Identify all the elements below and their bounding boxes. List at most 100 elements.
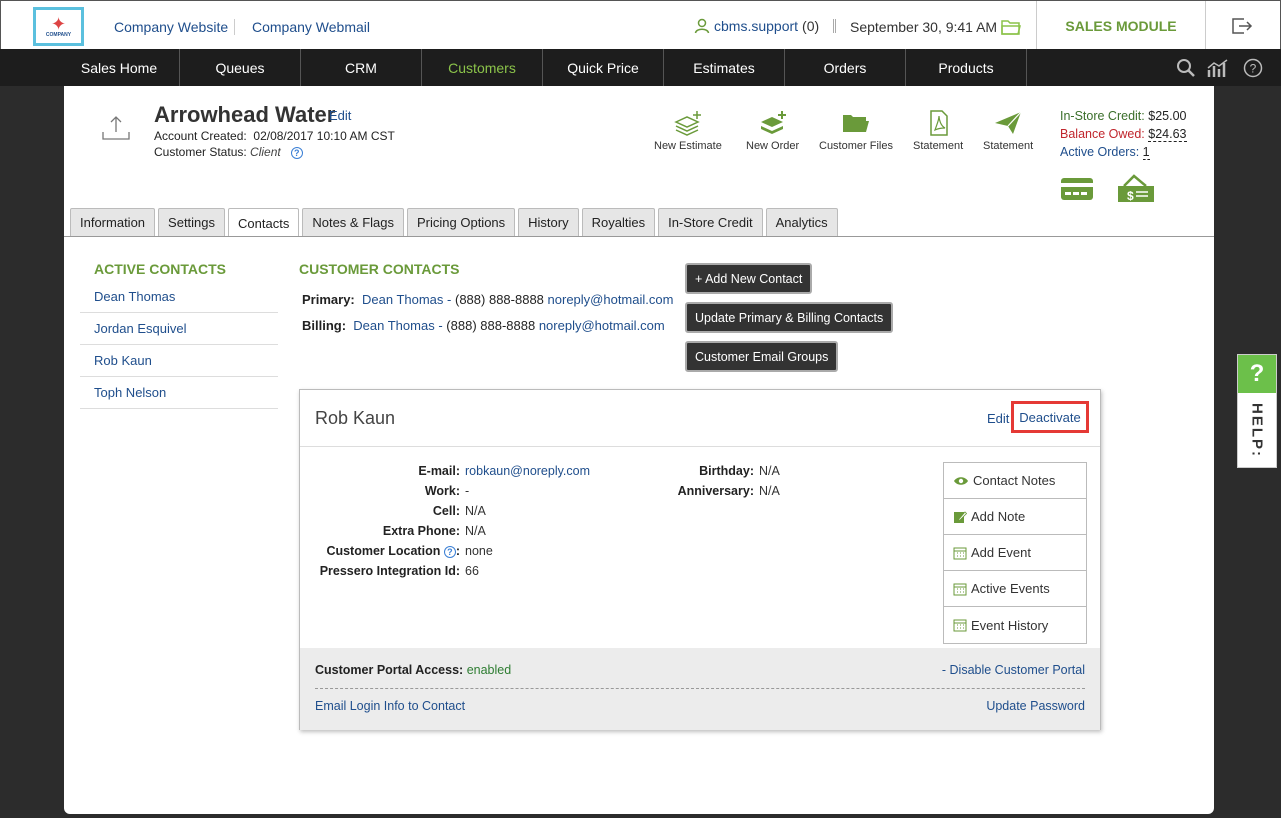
nav-sales-home[interactable]: Sales Home (59, 49, 180, 86)
customer-location-label: Customer Location (326, 544, 441, 558)
tab-divider (64, 236, 1214, 237)
field-value: N/A (759, 484, 780, 498)
balance-owed: Balance Owed: $24.63 (1060, 125, 1187, 143)
balance-owed-value[interactable]: $24.63 (1148, 127, 1187, 142)
menu-label: Event History (971, 617, 1049, 633)
credit-card-icon[interactable] (1060, 176, 1094, 202)
status-value: Client (250, 145, 281, 159)
new-estimate-button[interactable]: New Estimate (654, 110, 722, 152)
nav-crm[interactable]: CRM (301, 49, 422, 86)
edit-contact-link[interactable]: Edit (987, 411, 1009, 426)
upload-icon[interactable] (102, 114, 130, 140)
primary-email-link[interactable]: noreply@hotmail.com (548, 292, 674, 307)
folder-icon[interactable] (1001, 18, 1021, 36)
field-birthday: Birthday: N/A (614, 464, 780, 484)
tab-pricing-options[interactable]: Pricing Options (407, 208, 516, 236)
divider (234, 19, 235, 35)
update-password-link[interactable]: Update Password (986, 699, 1085, 713)
calendar-icon (953, 619, 967, 632)
active-orders-label: Active Orders: (1060, 145, 1140, 159)
menu-label: Contact Notes (973, 473, 1056, 488)
field-label: Extra Phone: (382, 524, 460, 538)
customer-status: Customer Status: Client ? (154, 145, 303, 159)
contact-actions-menu: Contact Notes Add Note Add Event Active … (943, 462, 1087, 644)
disable-customer-portal-link[interactable]: - Disable Customer Portal (942, 663, 1085, 677)
statement-send-label: Statement (983, 140, 1034, 152)
analytics-icon[interactable] (1207, 58, 1229, 78)
active-orders-value[interactable]: 1 (1142, 145, 1150, 160)
deactivate-contact-link[interactable]: Deactivate (1011, 401, 1089, 433)
username: cbms.support (714, 18, 799, 34)
customer-email-groups-button[interactable]: Customer Email Groups (685, 341, 839, 372)
nav-estimates[interactable]: Estimates (664, 49, 785, 86)
divider (300, 446, 1100, 447)
primary-contact-name[interactable]: Dean Thomas (362, 292, 443, 307)
customer-tabs: Information Settings Contacts Notes & Fl… (70, 208, 838, 237)
tab-settings[interactable]: Settings (158, 208, 226, 236)
contact-email-link[interactable]: robkaun@noreply.com (465, 464, 590, 484)
add-note-item[interactable]: Add Note (944, 499, 1086, 535)
company-logo[interactable]: ✦ COMPANY (33, 7, 84, 46)
nav-queues[interactable]: Queues (180, 49, 301, 86)
calendar-icon (953, 547, 967, 559)
credit-summary: In-Store Credit: $25.00 Balance Owed: $2… (1060, 107, 1187, 161)
field-label: Work: (424, 484, 460, 498)
nav-products[interactable]: Products (906, 49, 1027, 86)
billing-email-link[interactable]: noreply@hotmail.com (539, 318, 665, 333)
customer-files-button[interactable]: Customer Files (819, 110, 893, 152)
help-tab[interactable]: ? HELP: (1237, 354, 1277, 468)
active-contact-item[interactable]: Rob Kaun (80, 345, 278, 377)
new-order-button[interactable]: New Order (746, 110, 799, 152)
add-event-item[interactable]: Add Event (944, 535, 1086, 571)
nav-quick-price[interactable]: Quick Price (543, 49, 664, 86)
tab-history[interactable]: History (518, 208, 579, 236)
add-new-contact-button[interactable]: + Add New Contact (685, 263, 813, 294)
field-label: Cell: (432, 504, 460, 518)
active-contact-item[interactable]: Toph Nelson (80, 377, 278, 409)
logo-star-icon: ✦ (50, 13, 67, 34)
field-label: Anniversary: (677, 484, 754, 498)
statement-pdf-button[interactable]: Statement (913, 110, 963, 152)
billing-contact-name[interactable]: Dean Thomas (353, 318, 434, 333)
tab-information[interactable]: Information (70, 208, 156, 236)
contact-notes-item[interactable]: Contact Notes (944, 463, 1086, 499)
customer-name: Arrowhead Water (154, 102, 336, 127)
event-history-item[interactable]: Event History (944, 607, 1086, 643)
user-icon (694, 18, 710, 34)
tab-notes-flags[interactable]: Notes & Flags (302, 208, 404, 236)
nav-orders[interactable]: Orders (785, 49, 906, 86)
company-webmail-link[interactable]: Company Webmail (252, 19, 370, 35)
tab-contacts[interactable]: Contacts (228, 208, 300, 237)
search-icon[interactable] (1176, 58, 1196, 78)
field-value: N/A (465, 504, 486, 518)
active-events-item[interactable]: Active Events (944, 571, 1086, 607)
edit-customer-link[interactable]: Edit (329, 108, 351, 123)
module-label[interactable]: SALES MODULE (1036, 1, 1206, 50)
email-login-info-link[interactable]: Email Login Info to Contact (315, 699, 465, 713)
nav-customers[interactable]: Customers (422, 49, 543, 86)
logout-icon[interactable] (1231, 16, 1253, 36)
question-icon[interactable]: ? (290, 146, 303, 159)
field-value: - (465, 484, 470, 498)
help-label: HELP: (1248, 403, 1266, 458)
tab-instore-credit[interactable]: In-Store Credit (658, 208, 763, 236)
statement-send-button[interactable]: Statement (983, 110, 1033, 152)
question-icon[interactable]: ? (443, 545, 456, 558)
tab-analytics[interactable]: Analytics (765, 208, 838, 236)
active-contact-item[interactable]: Dean Thomas (80, 281, 278, 313)
active-contact-item[interactable]: Jordan Esquivel (80, 313, 278, 345)
update-primary-billing-button[interactable]: Update Primary & Billing Contacts (685, 302, 894, 333)
active-contacts-title: ACTIVE CONTACTS (94, 261, 226, 277)
menu-label: Add Event (971, 545, 1031, 560)
status-label: Customer Status: (154, 145, 247, 159)
customer-contacts-title: CUSTOMER CONTACTS (299, 261, 460, 277)
help-icon[interactable]: ? (1243, 58, 1263, 78)
active-orders: Active Orders: 1 (1060, 143, 1187, 161)
tab-royalties[interactable]: Royalties (581, 208, 656, 236)
billing-phone: (888) 888-8888 (446, 318, 536, 333)
svg-text:?: ? (1250, 62, 1257, 76)
company-website-link[interactable]: Company Website (114, 19, 228, 35)
payment-icon[interactable]: $ (1116, 174, 1156, 204)
calendar-icon (953, 583, 967, 595)
user-menu[interactable]: cbms.support (0) (694, 18, 819, 34)
